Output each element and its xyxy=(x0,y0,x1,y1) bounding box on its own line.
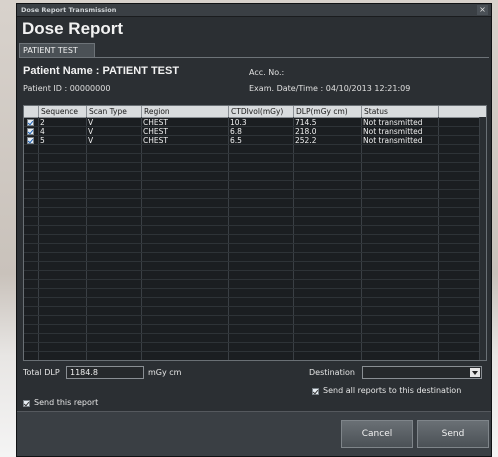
total-dlp-unit: mGy cm xyxy=(148,368,182,377)
empty-table-row xyxy=(24,217,486,226)
patient-id: Patient ID : 00000000 xyxy=(23,84,111,93)
header-status[interactable]: Status xyxy=(361,106,438,117)
row-checkbox[interactable] xyxy=(27,128,34,135)
chevron-down-icon[interactable] xyxy=(470,368,480,377)
cancel-button[interactable]: Cancel xyxy=(341,420,413,448)
title-bar[interactable]: Dose Report Transmission × xyxy=(17,4,491,17)
empty-table-row xyxy=(24,289,486,298)
cell-region: CHEST xyxy=(143,118,168,127)
header-scan-type[interactable]: Scan Type xyxy=(86,106,141,117)
tab-patient-test[interactable]: PATIENT TEST xyxy=(19,43,95,57)
cell-ctdivol: 10.3 xyxy=(230,118,247,127)
row-checkbox[interactable] xyxy=(27,137,34,144)
empty-table-row xyxy=(24,298,486,307)
cell-dlp: 714.5 xyxy=(295,118,317,127)
cell-sequence: 5 xyxy=(40,136,45,145)
empty-table-row xyxy=(24,244,486,253)
send-this-checkbox[interactable] xyxy=(23,400,30,407)
empty-table-row xyxy=(24,199,486,208)
cell-sequence: 4 xyxy=(40,127,45,136)
dose-table: Sequence Scan Type Region CTDIvol(mGy) D… xyxy=(23,105,487,361)
empty-table-row xyxy=(24,343,486,352)
empty-table-row xyxy=(24,163,486,172)
accession-number: Acc. No.: xyxy=(249,68,285,77)
dose-report-window: Dose Report Transmission × Dose Report P… xyxy=(16,3,492,457)
empty-table-row xyxy=(24,145,486,154)
exam-date-time: Exam. Date/Time : 04/10/2013 12:21:09 xyxy=(249,84,411,93)
destination-select[interactable] xyxy=(362,366,482,379)
window-title: Dose Report Transmission xyxy=(21,6,117,14)
tab-divider xyxy=(19,57,489,58)
cell-scan-type: V xyxy=(88,118,94,127)
cell-scan-type: V xyxy=(88,127,94,136)
empty-table-row xyxy=(24,235,486,244)
send-all-label: Send all reports to this destination xyxy=(323,386,462,395)
empty-table-row xyxy=(24,325,486,334)
header-filler xyxy=(438,106,486,117)
cell-status: Not transmitted xyxy=(363,127,423,136)
header-region[interactable]: Region xyxy=(141,106,228,117)
table-row[interactable]: 5 V CHEST 6.5 252.2 Not transmitted xyxy=(24,136,486,145)
header-ctdivol[interactable]: CTDIvol(mGy) xyxy=(228,106,293,117)
empty-table-row xyxy=(24,190,486,199)
empty-table-row xyxy=(24,280,486,289)
dialog-footer: Cancel Send xyxy=(17,411,491,456)
empty-table-row xyxy=(24,208,486,217)
table-row[interactable]: 4 V CHEST 6.8 218.0 Not transmitted xyxy=(24,127,486,136)
empty-table-row xyxy=(24,307,486,316)
cell-scan-type: V xyxy=(88,136,94,145)
send-this-label: Send this report xyxy=(34,398,99,407)
cell-ctdivol: 6.8 xyxy=(230,127,242,136)
empty-table-row xyxy=(24,154,486,163)
empty-table-row xyxy=(24,181,486,190)
send-button[interactable]: Send xyxy=(417,420,489,448)
destination-label: Destination xyxy=(309,368,355,377)
empty-table-row xyxy=(24,172,486,181)
cell-ctdivol: 6.5 xyxy=(230,136,242,145)
header-select-column xyxy=(24,106,38,117)
page-title: Dose Report xyxy=(22,19,124,38)
table-row[interactable]: 2 V CHEST 10.3 714.5 Not transmitted xyxy=(24,118,486,127)
cell-region: CHEST xyxy=(143,127,168,136)
empty-table-row xyxy=(24,253,486,262)
cell-status: Not transmitted xyxy=(363,136,423,145)
table-scrollbar[interactable] xyxy=(479,117,486,360)
empty-table-row xyxy=(24,334,486,343)
send-all-checkbox[interactable] xyxy=(312,388,319,395)
patient-name: Patient Name : PATIENT TEST xyxy=(23,65,180,77)
header-dlp[interactable]: DLP(mGy cm) xyxy=(293,106,361,117)
cell-status: Not transmitted xyxy=(363,118,423,127)
row-checkbox[interactable] xyxy=(27,119,34,126)
total-dlp-label: Total DLP xyxy=(23,368,60,377)
empty-table-row xyxy=(24,262,486,271)
empty-table-row xyxy=(24,352,486,360)
empty-table-row xyxy=(24,316,486,325)
cell-region: CHEST xyxy=(143,136,168,145)
cell-dlp: 252.2 xyxy=(295,136,317,145)
empty-table-row xyxy=(24,226,486,235)
total-dlp-field: 1184.8 xyxy=(66,366,144,379)
empty-table-row xyxy=(24,271,486,280)
table-header: Sequence Scan Type Region CTDIvol(mGy) D… xyxy=(24,106,486,118)
cell-sequence: 2 xyxy=(40,118,45,127)
header-sequence[interactable]: Sequence xyxy=(38,106,86,117)
cell-dlp: 218.0 xyxy=(295,127,317,136)
close-icon[interactable]: × xyxy=(477,5,488,15)
